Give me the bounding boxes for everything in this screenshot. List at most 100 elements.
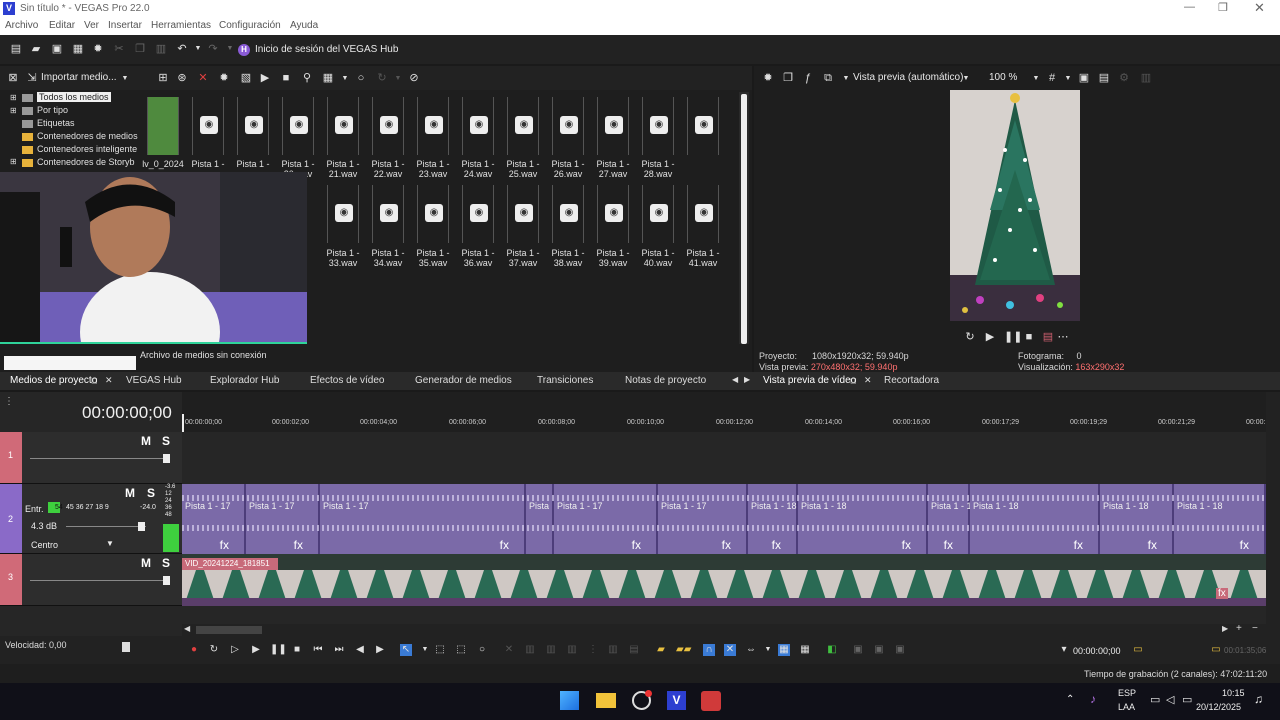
play-icon[interactable]: ▶: [984, 331, 996, 343]
hub-login-button[interactable]: Inicio de sesión del VEGAS Hub: [255, 44, 398, 55]
tab-video-fx[interactable]: Efectos de vídeo: [310, 375, 385, 386]
import-dropdown-icon[interactable]: ▼: [119, 73, 131, 85]
copy-icon[interactable]: ❐: [134, 43, 146, 55]
tree-expander-icon[interactable]: ⊞: [10, 93, 17, 102]
gear-icon[interactable]: ✹: [762, 72, 774, 84]
paste-icon[interactable]: ▥: [155, 43, 167, 55]
trim-start-icon[interactable]: ▥: [545, 644, 557, 656]
file-explorer-icon[interactable]: [596, 693, 616, 708]
drag-handle-icon[interactable]: ⋮: [4, 396, 14, 407]
track-lane-2[interactable]: Pista 1 - 17 fx Pista 1 - 17 fx Pista 1 - …: [182, 484, 1266, 554]
tab-close-icon[interactable]: ✕: [105, 375, 113, 386]
tool-icon[interactable]: ▣: [894, 644, 906, 656]
audio-thumbnail[interactable]: ◉: [237, 97, 269, 155]
keyboard-lang-1[interactable]: ESP: [1118, 688, 1136, 698]
import-media-button[interactable]: Importar medio...: [41, 72, 117, 83]
trim-icon[interactable]: ▥: [524, 644, 536, 656]
play-from-start-icon[interactable]: ▷: [229, 644, 241, 656]
minimize-icon[interactable]: —: [1184, 1, 1195, 13]
tree-item-media-bins[interactable]: Contenedores de medios: [22, 131, 138, 144]
slider-thumb[interactable]: [163, 576, 170, 585]
zoom-in-icon[interactable]: +: [1236, 623, 1242, 634]
close-icon[interactable]: ✕: [1254, 0, 1265, 16]
tab-pin-icon[interactable]: ◻: [91, 376, 98, 385]
audio-thumbnail[interactable]: ◉: [372, 185, 404, 243]
audio-thumbnail[interactable]: ◉: [372, 97, 404, 155]
tab-scroll-left-icon[interactable]: ◀: [732, 375, 738, 384]
track-header-3[interactable]: 3 M S: [0, 554, 182, 606]
external-monitor-icon[interactable]: ❐: [782, 72, 794, 84]
delete-icon[interactable]: ✕: [503, 644, 515, 656]
new-file-icon[interactable]: ▤: [10, 43, 22, 55]
pan-slider-icon[interactable]: ▼: [106, 539, 114, 548]
audio-thumbnail[interactable]: ◉: [417, 185, 449, 243]
media-scrollbar[interactable]: [739, 92, 749, 348]
loop-icon[interactable]: ↻: [208, 644, 220, 656]
video-thumbnail[interactable]: [147, 97, 179, 155]
track-header-2[interactable]: 2 M S Entr. 54 45 36 27 18 9 -24.0 4.3 d…: [0, 484, 182, 554]
tree-item-tags[interactable]: Etiquetas: [22, 118, 75, 131]
audio-thumbnail[interactable]: ◉: [462, 97, 494, 155]
menu-configuracion[interactable]: Configuración: [219, 20, 281, 31]
stop-icon[interactable]: ■: [291, 644, 303, 656]
solo-button[interactable]: S: [147, 486, 155, 500]
audio-thumbnail[interactable]: ◉: [597, 185, 629, 243]
track-header-1[interactable]: 1 M S: [0, 432, 182, 484]
audio-thumbnail[interactable]: ◉: [687, 185, 719, 243]
vegas-taskbar-icon[interactable]: V: [667, 691, 686, 710]
tab-trimmer[interactable]: Recortadora: [884, 375, 939, 386]
tab-scroll-right-icon[interactable]: ▶: [744, 375, 750, 384]
undo-icon[interactable]: ↶: [176, 43, 188, 55]
keyboard-lang-2[interactable]: LAA: [1118, 702, 1135, 712]
next-frame-icon[interactable]: ▶: [374, 644, 386, 656]
loop-icon[interactable]: ↻: [964, 331, 976, 343]
mute-button[interactable]: M: [141, 434, 151, 448]
clock-time[interactable]: 10:15: [1222, 688, 1245, 698]
menu-editar[interactable]: Editar: [49, 20, 75, 31]
playhead-marker[interactable]: [182, 414, 184, 432]
video-fx-icon[interactable]: ƒ: [802, 72, 814, 84]
tool-icon[interactable]: ▣: [852, 644, 864, 656]
stop-icon[interactable]: ■: [1023, 331, 1035, 343]
get-media-icon[interactable]: ⊛: [176, 72, 188, 84]
track-lane-1[interactable]: [182, 432, 1266, 484]
pause-icon[interactable]: ❚❚: [270, 644, 287, 656]
open-folder-icon[interactable]: ▰: [30, 43, 42, 55]
cut-icon[interactable]: ✂: [113, 43, 125, 55]
scroll-left-icon[interactable]: ◀: [184, 624, 190, 633]
audio-thumbnail[interactable]: ◉: [597, 97, 629, 155]
ripple-dropdown-icon[interactable]: ▼: [762, 644, 774, 656]
tree-item-all-media[interactable]: Todos los medios: [22, 92, 111, 105]
timeline-vscrollbar[interactable]: [1266, 392, 1280, 637]
audio-thumbnail[interactable]: ◉: [687, 97, 719, 155]
tab-pin-icon[interactable]: ◻: [850, 376, 857, 385]
media-fx-icon[interactable]: ▧: [240, 72, 252, 84]
time-ruler[interactable]: 00:00:00;00 00:00:02;00 00:00:04;00 00:0…: [182, 392, 1266, 432]
preview-quality-select[interactable]: Vista previa (automático): [853, 72, 963, 83]
views-dropdown-icon[interactable]: ▼: [339, 73, 351, 85]
slider-thumb[interactable]: [163, 454, 170, 463]
auto-crossfade-icon[interactable]: ✕: [724, 644, 736, 656]
tree-expander-icon[interactable]: ⊞: [10, 106, 17, 115]
envelope-tool-icon[interactable]: ⬚: [434, 644, 446, 656]
audio-thumbnail[interactable]: ◉: [192, 97, 224, 155]
edit-tool-dropdown-icon[interactable]: ▼: [419, 644, 431, 656]
tool-icon[interactable]: ▣: [873, 644, 885, 656]
tree-expander-icon[interactable]: ⊞: [10, 157, 17, 166]
battery-icon[interactable]: ▭: [1182, 693, 1192, 706]
audio-thumbnail[interactable]: ◉: [462, 185, 494, 243]
redo-icon[interactable]: ↷: [207, 43, 219, 55]
go-to-start-icon[interactable]: ⏮: [312, 644, 324, 656]
speed-slider-thumb[interactable]: [122, 642, 130, 652]
scrollbar-thumb[interactable]: [741, 94, 747, 344]
lock-envelopes-icon[interactable]: ▦: [778, 644, 790, 656]
tab-transitions[interactable]: Transiciones: [537, 375, 593, 386]
tab-project-notes[interactable]: Notas de proyecto: [625, 375, 706, 386]
search-icon[interactable]: ○: [355, 72, 367, 84]
record-icon[interactable]: ●: [188, 644, 200, 656]
timecode-display[interactable]: 00:00:00;00: [82, 403, 172, 423]
snap-icon[interactable]: ▥: [607, 644, 619, 656]
solo-button[interactable]: S: [162, 434, 170, 448]
tree-item-by-type[interactable]: Por tipo: [22, 105, 68, 118]
overlays-icon[interactable]: #: [1046, 72, 1058, 84]
